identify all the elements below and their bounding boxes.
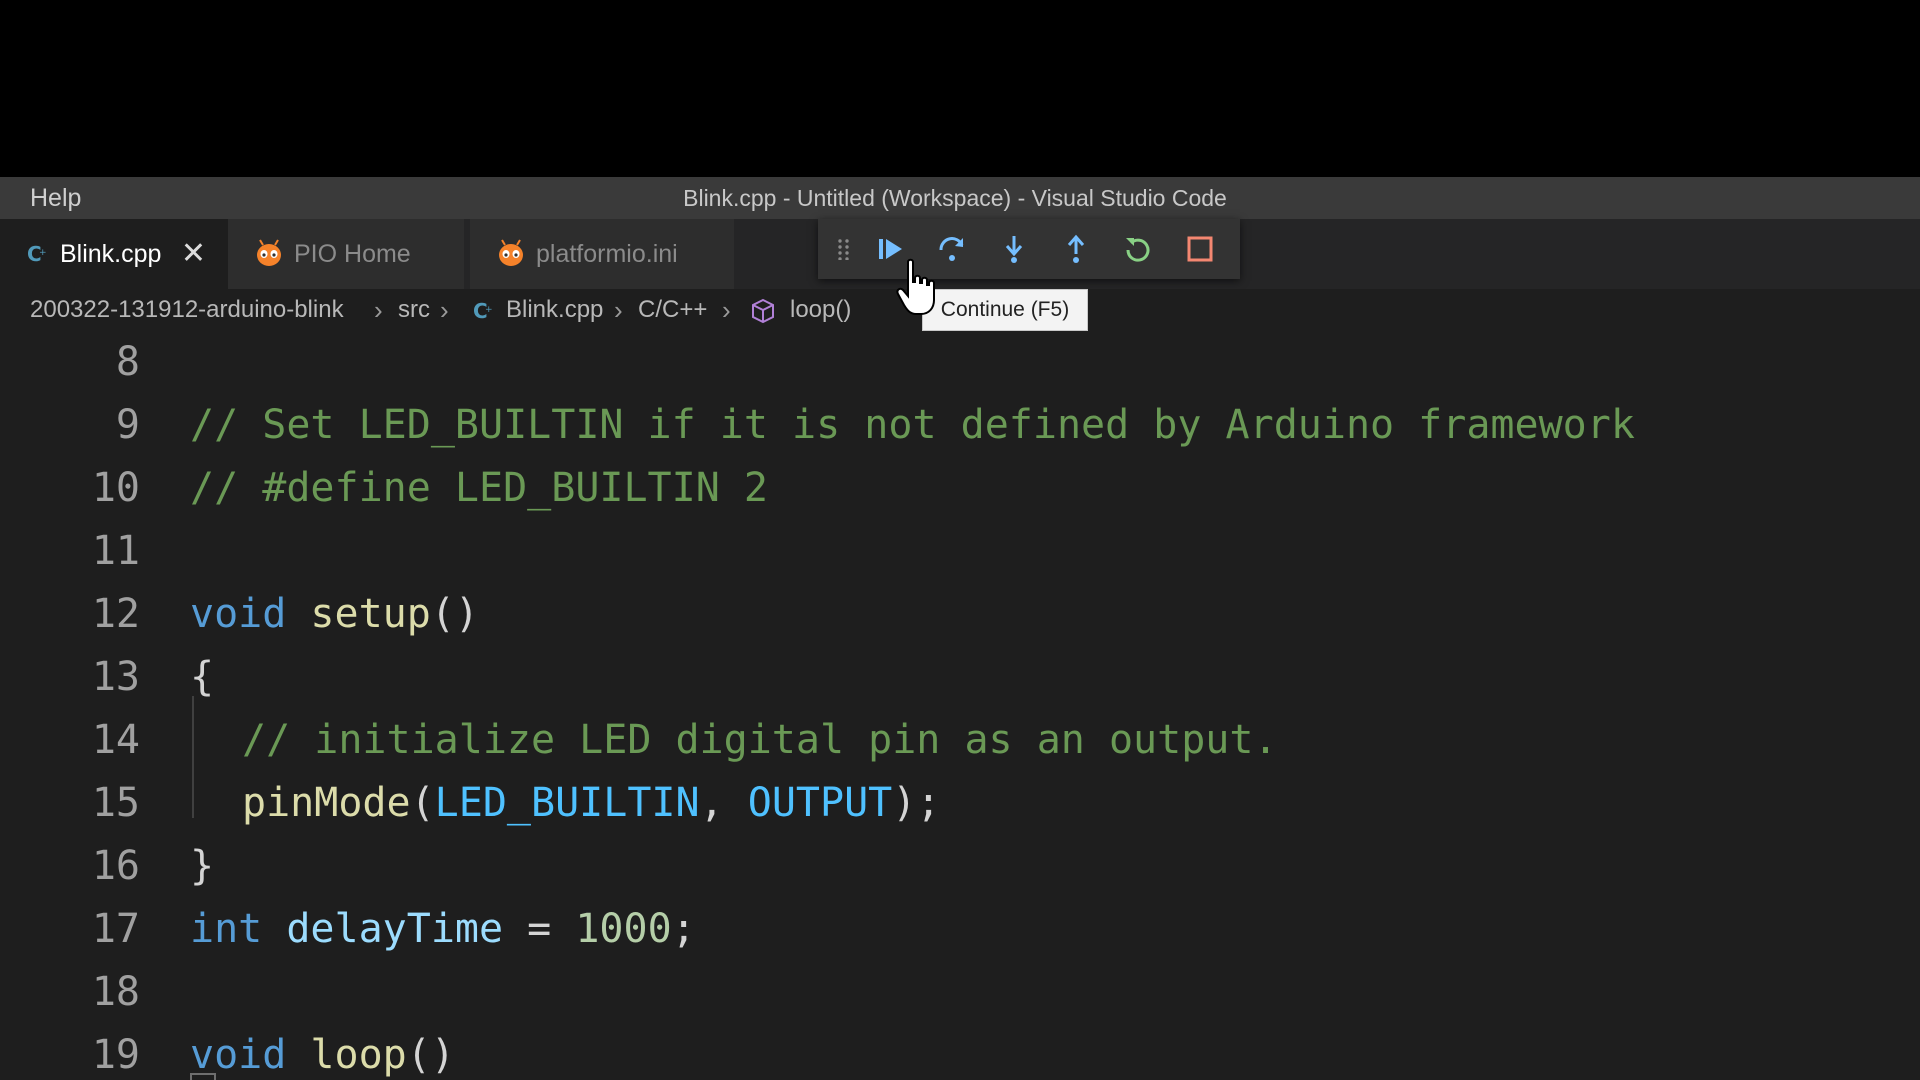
brace: } (190, 843, 215, 889)
chevron-right-icon: › (722, 295, 731, 325)
code-line: pinMode(LED_BUILTIN, OUTPUT); (242, 772, 940, 835)
line-number: 14 (91, 717, 140, 763)
code-line: } (190, 835, 214, 898)
comment: // Set LED_BUILTIN if it is not defined … (190, 402, 1635, 448)
code-line: void setup() (190, 583, 479, 646)
platformio-alien-icon (496, 239, 526, 269)
punctuation: ( (410, 780, 435, 826)
punctuation: , (699, 780, 748, 826)
line-number: 9 (115, 402, 140, 448)
chevron-right-icon: › (614, 295, 623, 325)
line-number: 19 (91, 1032, 140, 1078)
svg-text:+: + (39, 248, 47, 258)
code-line: // initialize LED digital pin as an outp… (242, 709, 1278, 772)
variable: delayTime (262, 906, 504, 952)
line-number: 16 (91, 843, 140, 889)
cpp-file-icon: C + (472, 289, 496, 331)
line-number: 11 (91, 528, 140, 574)
letterbox-top (0, 0, 1920, 177)
punctuation: () (406, 1032, 455, 1078)
breadcrumb-language[interactable]: C/C++ (638, 289, 707, 331)
restart-icon (1126, 238, 1150, 262)
line-number: 12 (91, 591, 140, 637)
breadcrumb-file[interactable]: Blink.cpp (506, 289, 603, 331)
window-title: Blink.cpp - Untitled (Workspace) - Visua… (683, 185, 1227, 211)
debug-toolbar (818, 219, 1240, 279)
breadcrumb-src[interactable]: src (398, 289, 430, 331)
step-into-icon (1005, 236, 1023, 263)
hand-pointer-icon (896, 258, 935, 315)
close-icon[interactable]: ✕ (181, 219, 206, 289)
keyword: int (190, 906, 263, 952)
stop-button[interactable] (1172, 219, 1228, 279)
breadcrumb-folder[interactable]: 200322-131912-arduino-blink (30, 289, 344, 331)
code-line: // #define LED_BUILTIN 2 (190, 457, 768, 520)
function-name: setup (286, 591, 431, 637)
function-name: loop (286, 1032, 407, 1078)
chevron-right-icon: › (374, 295, 383, 325)
tab-blink-cpp[interactable]: C + Blink.cpp ✕ (0, 219, 228, 289)
constant: OUTPUT (747, 780, 893, 826)
continue-tooltip: Continue (F5) (922, 289, 1088, 331)
restart-button[interactable] (1110, 219, 1166, 279)
svg-text:+: + (485, 305, 493, 315)
line-number: 15 (91, 780, 140, 826)
step-over-icon (939, 237, 964, 261)
tab-label: PIO Home (294, 239, 411, 268)
step-out-button[interactable] (1048, 219, 1104, 279)
function-name: pinMode (242, 780, 411, 826)
tab-platformio-ini[interactable]: platformio.ini (470, 219, 734, 289)
tab-label: Blink.cpp (60, 239, 162, 268)
line-number: 18 (91, 969, 140, 1015)
operator: = (503, 906, 576, 952)
line-number: 8 (115, 339, 140, 385)
indent-guide (192, 696, 194, 818)
chevron-right-icon: › (440, 295, 449, 325)
drag-handle-icon[interactable] (826, 219, 862, 279)
punctuation: ; (671, 906, 696, 952)
cube-symbol-icon (750, 289, 776, 331)
platformio-alien-icon (254, 239, 284, 269)
stop-icon (1187, 236, 1213, 262)
line-number: 13 (91, 654, 140, 700)
brace: { (190, 654, 215, 700)
fold-marker-icon (190, 1073, 216, 1080)
keyword: void (190, 1032, 287, 1078)
code-line: void loop() (190, 1024, 455, 1080)
keyword: void (190, 591, 287, 637)
code-line: int delayTime = 1000; (190, 898, 696, 961)
tab-label: platformio.ini (536, 239, 678, 268)
punctuation: () (430, 591, 479, 637)
constant: LED_BUILTIN (434, 780, 700, 826)
breadcrumb-symbol[interactable]: loop() (790, 289, 851, 331)
step-out-icon (1067, 234, 1085, 263)
comment: // initialize LED digital pin as an outp… (242, 717, 1278, 763)
code-line: // Set LED_BUILTIN if it is not defined … (190, 394, 1635, 457)
line-number: 17 (91, 906, 140, 952)
line-number: 10 (91, 465, 140, 511)
step-into-button[interactable] (986, 219, 1042, 279)
number: 1000 (575, 906, 672, 952)
tab-pio-home[interactable]: PIO Home (228, 219, 464, 289)
code-editor[interactable]: 8 9 10 11 12 13 14 15 16 17 18 19 // Set… (0, 331, 1920, 1080)
comment: // #define LED_BUILTIN 2 (190, 465, 768, 511)
cpp-file-icon: C + (26, 242, 50, 266)
punctuation: ); (892, 780, 941, 826)
title-bar: Help Blink.cpp - Untitled (Workspace) - … (0, 177, 1920, 219)
